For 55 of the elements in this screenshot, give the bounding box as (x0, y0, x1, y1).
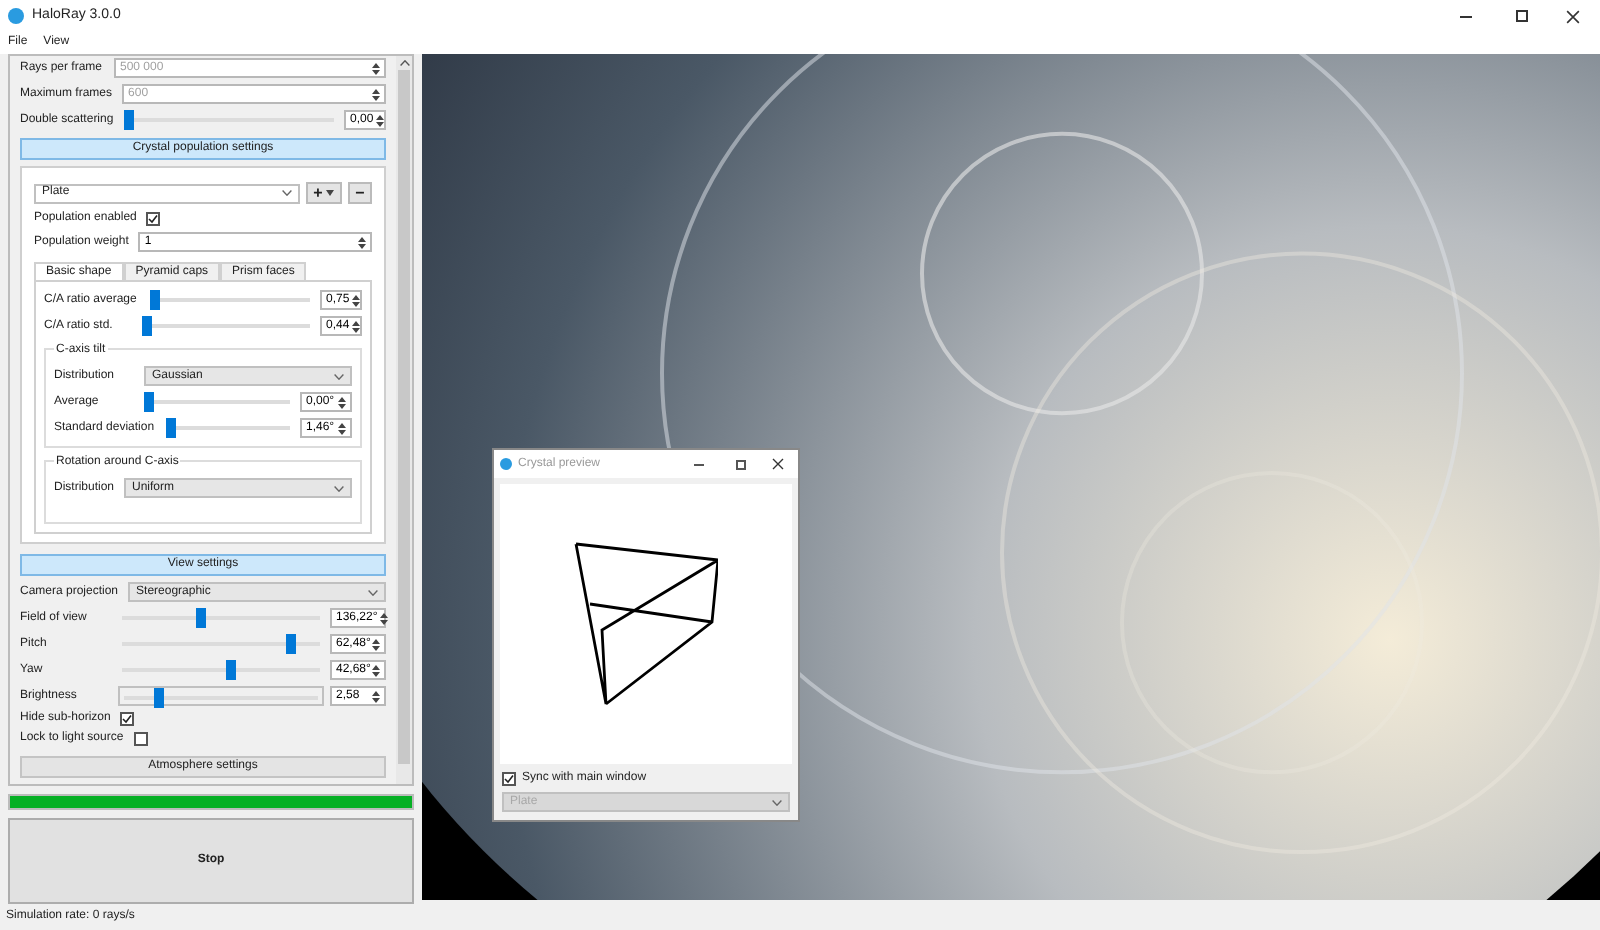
checkbox[interactable] (133, 732, 148, 746)
caret-icon (326, 190, 335, 196)
slider-handle[interactable] (149, 290, 160, 310)
spin-arrows-icon (338, 421, 346, 435)
spin-arrows-icon (351, 293, 360, 307)
chevron-icon (334, 485, 344, 491)
check-icon (504, 774, 514, 784)
slider-handle[interactable] (141, 316, 152, 336)
spin-arrows-icon (372, 663, 381, 677)
spin-arrows-icon (358, 235, 366, 249)
check-icon (122, 714, 133, 724)
checkbox[interactable] (146, 211, 161, 225)
minimize-icon[interactable] (694, 463, 704, 465)
slider-handle[interactable] (123, 110, 134, 130)
slider[interactable] (123, 110, 338, 130)
slider-handle[interactable] (225, 660, 236, 680)
minimize-icon[interactable] (1460, 15, 1472, 17)
spin-arrows-icon (372, 87, 380, 101)
slider[interactable] (118, 686, 324, 706)
spin-arrows-icon (372, 61, 380, 75)
checkbox[interactable] (502, 772, 516, 786)
scroll-up-icon[interactable] (399, 60, 409, 66)
slider-handle[interactable] (154, 688, 165, 708)
slider[interactable] (118, 608, 324, 628)
app-logo-icon (8, 8, 24, 24)
spin-arrows-icon (375, 113, 384, 127)
slider-handle[interactable] (286, 634, 297, 654)
check-icon (148, 213, 159, 223)
spin-arrows-icon (372, 637, 381, 651)
chevron-icon (772, 799, 782, 805)
spin-arrows-icon (351, 319, 360, 333)
spin-arrows-icon (338, 395, 346, 409)
slider[interactable] (118, 660, 324, 680)
chevron-icon (368, 589, 378, 595)
slider-handle[interactable] (196, 608, 207, 628)
spin-arrows-icon (379, 611, 388, 625)
remove-button[interactable]: − (348, 182, 372, 204)
chevron-icon (334, 373, 344, 379)
scrollbar[interactable] (396, 56, 412, 784)
slider[interactable] (138, 316, 314, 336)
slider-handle[interactable] (144, 392, 154, 412)
maximize-icon[interactable] (1516, 10, 1528, 22)
checkbox[interactable] (120, 712, 135, 726)
add-button[interactable]: + (306, 182, 342, 204)
slider[interactable] (146, 290, 314, 310)
maximize-icon[interactable] (736, 459, 746, 469)
slider-handle[interactable] (166, 418, 177, 438)
app-logo-icon (500, 458, 512, 470)
spin-arrows-icon (372, 689, 380, 703)
slider[interactable] (164, 418, 294, 438)
close-icon[interactable] (1566, 9, 1580, 23)
slider[interactable] (144, 392, 294, 412)
chevron-icon (282, 190, 292, 196)
slider[interactable] (118, 634, 324, 654)
close-icon[interactable] (772, 458, 784, 470)
